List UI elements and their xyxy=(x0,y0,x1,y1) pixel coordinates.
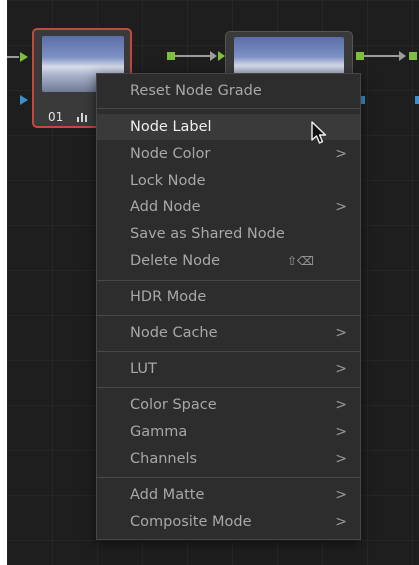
input-connection-line xyxy=(7,56,19,58)
menu-item-gamma[interactable]: Gamma > xyxy=(97,419,360,445)
menu-item-save-as-shared-node[interactable]: Save as Shared Node xyxy=(97,221,360,247)
shortcut-shift-delete: ⇧⌫ xyxy=(287,254,315,268)
node2-rgb-input-port[interactable] xyxy=(218,51,225,61)
chevron-right-icon: > xyxy=(335,487,347,503)
menu-item-lut[interactable]: LUT > xyxy=(97,356,360,382)
output-rgb-port[interactable] xyxy=(409,52,417,60)
chevron-right-icon: > xyxy=(335,361,347,377)
mouse-pointer-icon xyxy=(311,121,327,144)
chevron-right-icon: > xyxy=(335,451,347,467)
menu-divider xyxy=(97,280,360,281)
chevron-right-icon: > xyxy=(335,514,347,530)
menu-item-reset-node-grade[interactable]: Reset Node Grade xyxy=(97,78,360,104)
output-connection-line xyxy=(364,55,400,57)
node-number: 01 xyxy=(48,110,64,124)
menu-item-composite-mode[interactable]: Composite Mode > xyxy=(97,509,360,535)
menu-item-color-space[interactable]: Color Space > xyxy=(97,392,360,418)
menu-divider xyxy=(97,108,360,109)
menu-divider xyxy=(97,351,360,352)
chevron-right-icon: > xyxy=(335,325,347,341)
chevron-right-icon: > xyxy=(335,424,347,440)
menu-item-delete-node[interactable]: Delete Node ⇧⌫ xyxy=(97,248,360,274)
menu-item-lock-node[interactable]: Lock Node xyxy=(97,168,360,194)
chevron-right-icon: > xyxy=(335,397,347,413)
menu-item-node-cache[interactable]: Node Cache > xyxy=(97,320,360,346)
node1-key-input-port[interactable] xyxy=(20,95,28,105)
node1-rgb-output-port[interactable] xyxy=(167,52,175,60)
menu-item-add-matte[interactable]: Add Matte > xyxy=(97,482,360,508)
connection-arrow-icon xyxy=(399,51,406,61)
menu-divider xyxy=(97,477,360,478)
bars-icon xyxy=(76,112,88,122)
menu-divider xyxy=(97,387,360,388)
node-connection-line xyxy=(175,55,211,57)
chevron-right-icon: > xyxy=(335,199,347,215)
chevron-right-icon: > xyxy=(335,146,347,162)
connection-arrow-icon xyxy=(210,51,217,61)
node1-rgb-input-port[interactable] xyxy=(20,52,28,62)
menu-item-channels[interactable]: Channels > xyxy=(97,446,360,472)
menu-item-add-node[interactable]: Add Node > xyxy=(97,194,360,220)
menu-divider xyxy=(97,315,360,316)
output-key-port[interactable] xyxy=(415,96,419,104)
menu-item-hdr-mode[interactable]: HDR Mode xyxy=(97,284,360,310)
node2-rgb-output-port[interactable] xyxy=(356,52,364,60)
